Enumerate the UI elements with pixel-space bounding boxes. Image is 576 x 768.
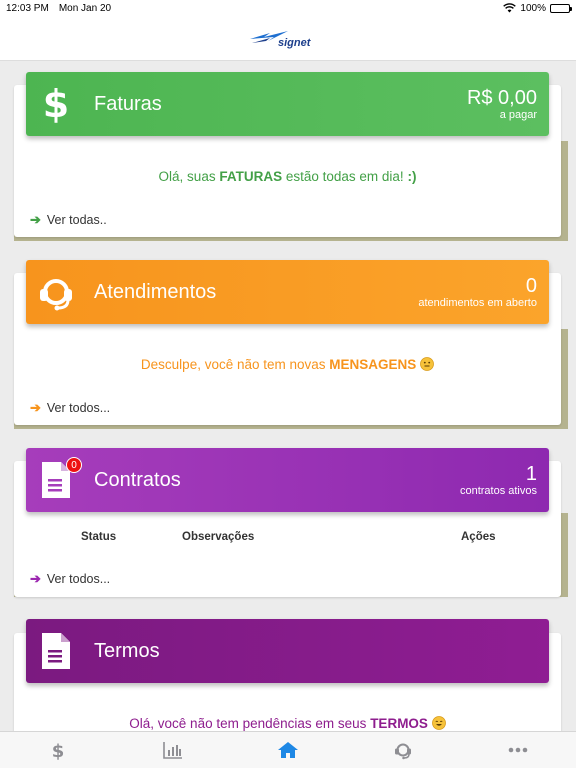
tab-atendimentos[interactable]	[346, 732, 461, 768]
signet-logo: signet	[248, 25, 328, 51]
wifi-icon	[503, 3, 517, 13]
top-navbar: signet	[0, 16, 576, 61]
tab-home[interactable]	[230, 732, 345, 768]
faturas-message: Olá, suas FATURAS estão todas em dia! :)	[158, 169, 417, 184]
arrow-right-icon: ➔	[30, 571, 41, 586]
status-bar: 12:03 PM Mon Jan 20 100%	[0, 0, 576, 16]
bar-chart-icon	[162, 742, 182, 759]
faturas-header[interactable]: $ Faturas R$ 0,00 a pagar	[26, 72, 549, 136]
status-right: 100%	[503, 2, 572, 14]
atendimentos-count-caption: atendimentos em aberto	[418, 296, 537, 309]
more-icon	[509, 747, 528, 753]
contratos-ver-todos-link[interactable]: ➔ Ver todos...	[30, 571, 110, 587]
battery-percent: 100%	[520, 2, 546, 14]
faturas-amount-caption: a pagar	[499, 108, 537, 121]
status-date: Mon Jan 20	[58, 2, 112, 14]
column-observacoes: Observações	[182, 531, 255, 543]
headset-icon	[34, 270, 78, 314]
tab-more[interactable]	[461, 732, 576, 768]
atendimentos-ver-todos-link[interactable]: ➔ Ver todos...	[30, 400, 110, 416]
arrow-right-icon: ➔	[30, 400, 41, 415]
contratos-header[interactable]: 0 Contratos 1 contratos ativos	[26, 448, 549, 512]
termos-title: Termos	[94, 639, 160, 662]
tab-faturas[interactable]: $	[0, 732, 115, 768]
contratos-title: Contratos	[94, 468, 181, 491]
faturas-amount: R$ 0,00	[466, 86, 537, 109]
atendimentos-count: 0	[525, 274, 537, 297]
svg-text:$: $	[43, 84, 69, 124]
tab-graficos[interactable]	[115, 732, 230, 768]
contratos-badge: 0	[66, 457, 82, 473]
document-icon: 0	[34, 457, 82, 502]
headset-icon	[395, 743, 412, 760]
grin-emoji-icon	[431, 716, 446, 730]
logo-text: signet	[278, 37, 311, 49]
dashboard-content: $ Faturas R$ 0,00 a pagar Olá, suas FATU…	[0, 61, 576, 731]
faturas-title: Faturas	[94, 92, 162, 115]
dollar-icon: $	[51, 741, 64, 760]
contratos-count-caption: contratos ativos	[459, 484, 537, 497]
termos-header[interactable]: Termos	[26, 619, 549, 683]
faturas-ver-todas-link[interactable]: ➔ Ver todas..	[30, 212, 107, 228]
battery-icon	[550, 3, 572, 13]
atendimentos-header[interactable]: Atendimentos 0 atendimentos em aberto	[26, 260, 549, 324]
home-icon	[278, 742, 298, 758]
status-time: 12:03 PM	[6, 2, 49, 14]
bottom-tab-bar: $	[0, 731, 576, 768]
column-status: Status	[81, 531, 117, 543]
atendimentos-message: Desculpe, você não tem novas MENSAGENS	[14, 357, 561, 372]
svg-text:$: $	[51, 741, 64, 760]
atendimentos-title: Atendimentos	[94, 280, 217, 303]
contratos-count: 1	[525, 462, 537, 485]
document-icon	[34, 629, 78, 673]
arrow-right-icon: ➔	[30, 212, 41, 227]
column-acoes: Ações	[461, 531, 496, 543]
smile-emoji-icon	[420, 357, 434, 371]
termos-message: Olá, você não tem pendências em seus TER…	[14, 716, 561, 731]
dollar-icon: $	[34, 82, 78, 126]
